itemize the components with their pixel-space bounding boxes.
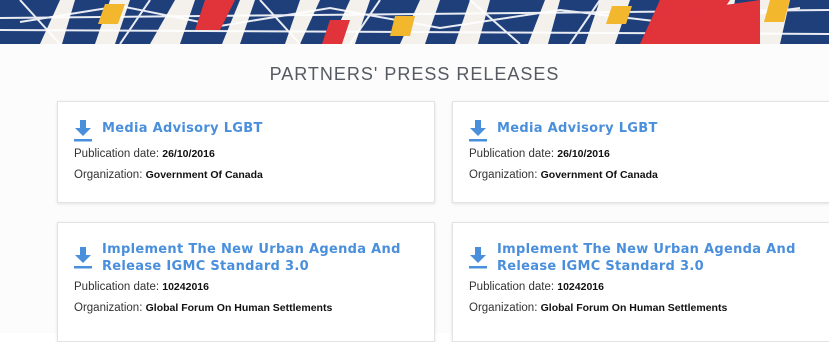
organization-row: Organization: Global Forum On Human Sett… (74, 302, 418, 314)
publication-date-row: Publication date: 10242016 (74, 281, 418, 293)
publication-date-row: Publication date: 10242016 (469, 281, 813, 293)
organization-row: Organization: Government Of Canada (74, 169, 418, 181)
organization-label: Organization: (74, 169, 143, 181)
press-release-link[interactable]: Media Advisory LGBT (469, 120, 813, 142)
download-icon (469, 120, 487, 142)
publication-date-label: Publication date: (469, 281, 555, 293)
organization-value: Global Forum On Human Settlements (540, 302, 728, 314)
city-map-banner-graphic (0, 0, 829, 44)
organization-label: Organization: (74, 302, 143, 314)
press-release-card: Implement The New Urban Agenda And Relea… (57, 222, 435, 342)
publication-date-row: Publication date: 26/10/2016 (74, 148, 418, 160)
press-release-link[interactable]: Implement The New Urban Agenda And Relea… (469, 241, 813, 275)
press-release-card: Implement The New Urban Agenda And Relea… (452, 222, 829, 342)
organization-label: Organization: (469, 302, 538, 314)
organization-row: Organization: Government Of Canada (469, 169, 813, 181)
press-release-title: Implement The New Urban Agenda And Relea… (497, 242, 796, 274)
organization-value: Government Of Canada (145, 169, 263, 181)
publication-date-value: 10242016 (557, 281, 604, 293)
press-release-title: Media Advisory LGBT (102, 121, 263, 136)
section-title: PARTNERS' PRESS RELEASES (269, 64, 560, 84)
press-release-title: Implement The New Urban Agenda And Relea… (102, 242, 401, 274)
press-release-link[interactable]: Media Advisory LGBT (74, 120, 418, 142)
publication-date-value: 26/10/2016 (557, 148, 610, 160)
download-icon (74, 247, 92, 269)
publication-date-label: Publication date: (469, 148, 555, 160)
download-icon (469, 247, 487, 269)
press-release-card: Media Advisory LGBT Publication date: 26… (452, 101, 829, 203)
organization-value: Global Forum On Human Settlements (145, 302, 333, 314)
publication-date-value: 26/10/2016 (162, 148, 215, 160)
organization-row: Organization: Global Forum On Human Sett… (469, 302, 813, 314)
press-release-card: Media Advisory LGBT Publication date: 26… (57, 101, 435, 203)
publication-date-label: Publication date: (74, 281, 160, 293)
publication-date-value: 10242016 (162, 281, 209, 293)
press-release-link[interactable]: Implement The New Urban Agenda And Relea… (74, 241, 418, 275)
organization-value: Government Of Canada (540, 169, 658, 181)
press-releases-section: PARTNERS' PRESS RELEASES Media Advisory … (0, 44, 829, 342)
publication-date-row: Publication date: 26/10/2016 (469, 148, 813, 160)
publication-date-label: Publication date: (74, 148, 160, 160)
decorative-banner (0, 0, 829, 44)
organization-label: Organization: (469, 169, 538, 181)
press-release-title: Media Advisory LGBT (497, 121, 658, 136)
download-icon (74, 120, 92, 142)
